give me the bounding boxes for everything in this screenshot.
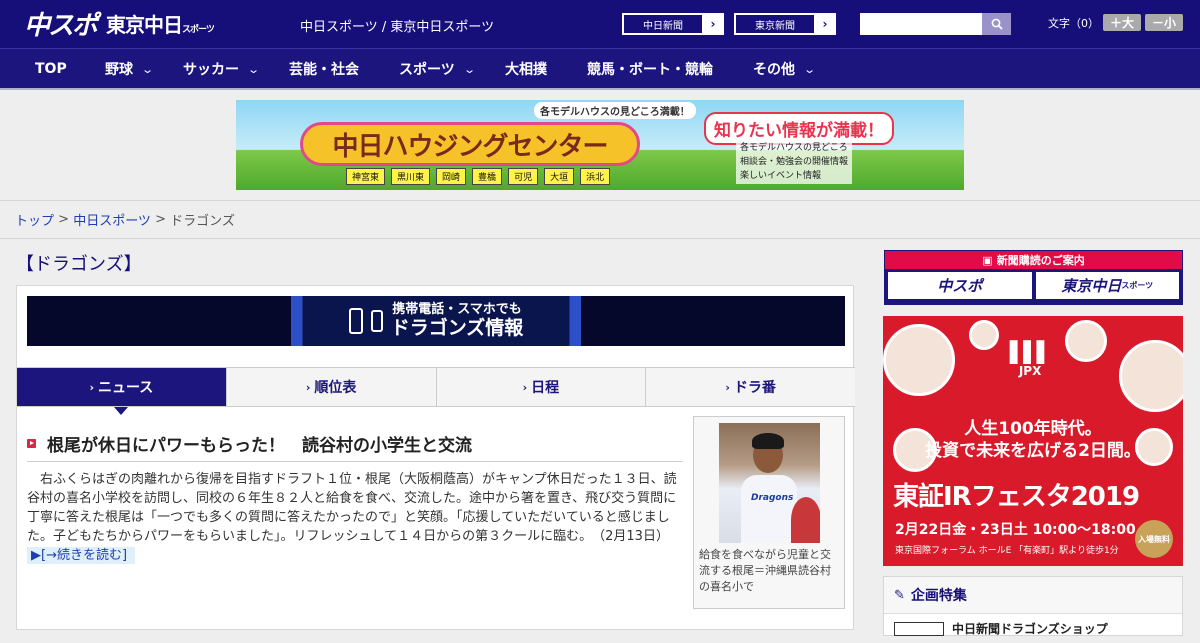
top-bar: 中スポ 東京中日スポーツ 中日スポーツ / 東京中日スポーツ 中日新聞 › 東京… <box>0 0 1200 48</box>
article-photo-box: Dragons 給食を食べながら児童と交流する根尾＝沖縄県読谷村の喜名小で <box>693 416 845 609</box>
jpx-logo: ▌▌▌ JPX <box>1010 340 1052 378</box>
font-increase-button[interactable]: ＋大 <box>1103 14 1141 31</box>
ad-city: 可児 <box>508 168 539 185</box>
smartphone-icon <box>370 310 383 332</box>
article-heading: 根尾が休日にパワーもらった！ 読谷村の小学生と交流 <box>27 426 683 462</box>
nav-item-soccer[interactable]: サッカー ⌄ <box>183 49 261 89</box>
ad-city: 浜北 <box>580 168 611 185</box>
chevron-right-icon: › <box>522 380 528 394</box>
breadcrumb: トップ > 中日スポーツ > ドラゴンズ <box>0 200 1200 239</box>
search-icon <box>991 18 1003 30</box>
read-more-link[interactable]: ▶[→続きを読む] <box>27 547 136 564</box>
nav-item-top[interactable]: TOP <box>35 49 67 89</box>
site-logo[interactable]: 中スポ 東京中日スポーツ <box>24 5 215 42</box>
chevron-right-icon: › <box>305 380 311 394</box>
page-title: 【ドラゴンズ】 <box>16 254 142 275</box>
ad-cities: 神宮東 黒川東 岡崎 豊橋 可児 大垣 浜北 <box>346 168 611 185</box>
tab-schedule[interactable]: › 日程 <box>436 368 647 406</box>
mobile-banner-line2: ドラゴンズ情報 <box>390 316 524 339</box>
chevron-right-icon: › <box>710 17 716 31</box>
tokyo-chunichi-subscribe: 東京中日 スポーツ <box>1035 272 1179 299</box>
tokyo-chunichi-logo[interactable]: 東京中日スポーツ <box>106 9 215 38</box>
article-title[interactable]: 根尾が休日にパワーもらった！ 読谷村の小学生と交流 <box>47 431 472 456</box>
tab-draban[interactable]: › ドラ番 <box>646 368 855 406</box>
special-features: ✎ 企画特集 中日新聞ドラゴンズショップ <box>883 576 1183 636</box>
special-feature-item[interactable]: 中日新聞ドラゴンズショップ <box>884 614 1182 643</box>
ad-city: 豊橋 <box>472 168 503 185</box>
jpx-ir-festa-ad[interactable]: ▌▌▌ JPX 人生100年時代。 投資で未来を広げる2日間。 東証IRフェスタ… <box>883 316 1183 566</box>
site-title: 中日スポーツ / 東京中日スポーツ <box>300 20 495 35</box>
nav-item-entertainment[interactable]: 芸能・社会 <box>289 49 359 89</box>
nav-item-sports[interactable]: スポーツ ⌄ <box>399 49 476 89</box>
housing-center-ad[interactable]: 各モデルハウスの見どころ満載！ 中日ハウジングセンター 知りたい情報が満載！ 各… <box>236 100 964 190</box>
chevron-right-icon: › <box>89 380 94 394</box>
dragons-tabs: › ニュース › 順位表 › 日程 › ドラ番 <box>17 367 855 415</box>
subscription-title: 新聞購読のご案内 <box>996 254 1085 267</box>
jpx-venue: 東京国際フォーラム ホールE 「有楽町」駅より徒歩1分 <box>895 546 1119 556</box>
search-box <box>860 13 1011 35</box>
font-decrease-button[interactable]: －小 <box>1145 14 1183 31</box>
ad-city: 大垣 <box>544 168 575 185</box>
breadcrumb-home[interactable]: トップ <box>15 210 54 229</box>
jpx-date: 2月22日金・23日土 10:00～18:00 <box>895 522 1136 538</box>
photo-caption: 給食を食べながら児童と交流する根尾＝沖縄県読谷村の喜名小で <box>699 548 831 593</box>
mobile-banner-center: 携帯電話・スマホでも ドラゴンズ情報 <box>291 296 581 346</box>
tab-news[interactable]: › ニュース <box>17 368 227 415</box>
special-features-title: 企画特集 <box>910 588 967 604</box>
breadcrumb-current: ドラゴンズ <box>170 214 235 229</box>
ad-city: 黒川東 <box>391 168 431 185</box>
article-body: 右ふくらはぎの肉離れから復帰を目指すドラフト１位・根尾（大阪桐蔭高）がキャンプ休… <box>27 472 677 564</box>
chevron-right-icon: › <box>725 380 730 394</box>
ad-info: 各モデルハウスの見どころ 相談会・勉強会の開催情報 楽しいイベント情報 <box>736 140 853 184</box>
triangle-right-icon: ▶ <box>31 548 41 563</box>
chunichi-shimbun-link[interactable]: 中日新聞 › <box>622 13 724 35</box>
bookmark-icon: ✎ <box>894 587 905 603</box>
ad-pill: 各モデルハウスの見どころ満載！ <box>534 102 696 119</box>
free-entry-badge: 入場無料 <box>1135 520 1173 558</box>
jpx-title: 東証IRフェスタ2019 <box>893 482 1140 512</box>
newspaper-icon: ▣ <box>982 253 993 267</box>
chuspo-logo[interactable]: 中スポ <box>24 5 98 42</box>
nav-item-baseball[interactable]: 野球 ⌄ <box>105 49 155 89</box>
chevron-down-icon: ⌄ <box>247 62 261 76</box>
breadcrumb-separator: > <box>150 212 171 227</box>
ad-title: 中日ハウジングセンター <box>300 122 640 166</box>
nav-item-sumo[interactable]: 大相撲 <box>505 49 547 89</box>
tokyo-shimbun-link[interactable]: 東京新聞 › <box>734 13 836 35</box>
ad-city: 神宮東 <box>346 168 386 185</box>
main-nav: TOP 野球 ⌄ サッカー ⌄ 芸能・社会 スポーツ ⌄ 大相撲 競馬・ボート・競輪 … <box>0 48 1200 90</box>
main-panel: 携帯電話・スマホでも ドラゴンズ情報 › ニュース › 順位表 › 日程 › ドラ番 根… <box>16 285 855 630</box>
chevron-down-icon: ⌄ <box>803 62 817 76</box>
tab-standings[interactable]: › 順位表 <box>226 368 437 406</box>
font-size-control: 文字（0） ＋大 －小 <box>1048 14 1183 31</box>
play-marker-icon <box>27 439 36 448</box>
breadcrumb-section[interactable]: 中日スポーツ <box>73 210 151 229</box>
nav-item-other[interactable]: その他 ⌄ <box>753 49 817 89</box>
feature-thumbnail <box>894 621 944 636</box>
ad-city: 岡崎 <box>436 168 467 185</box>
uniform-logo: Dragons <box>751 493 794 503</box>
article-photo[interactable]: Dragons <box>719 423 820 543</box>
subscription-banner[interactable]: ▣ 新聞購読のご案内 中スポ 東京中日 スポーツ <box>884 250 1183 305</box>
nav-item-racing[interactable]: 競馬・ボート・競輪 <box>587 49 713 89</box>
chevron-right-icon: › <box>822 17 828 31</box>
mobile-banner-line1: 携帯電話・スマホでも <box>392 302 522 318</box>
mobile-dragons-banner[interactable]: 携帯電話・スマホでも ドラゴンズ情報 <box>27 296 845 346</box>
chuspo-subscribe: 中スポ <box>888 272 1032 299</box>
search-input[interactable] <box>860 13 982 35</box>
search-button[interactable] <box>982 13 1011 35</box>
jpx-tagline: 人生100年時代。 投資で未来を広げる2日間。 <box>925 419 1141 461</box>
chevron-down-icon: ⌄ <box>462 62 476 76</box>
article-date: （2月13日） <box>598 529 669 544</box>
phone-icon <box>348 308 363 334</box>
chevron-down-icon: ⌄ <box>141 62 155 76</box>
breadcrumb-separator: > <box>54 212 74 227</box>
font-size-label: 文字（0） <box>1048 16 1099 30</box>
